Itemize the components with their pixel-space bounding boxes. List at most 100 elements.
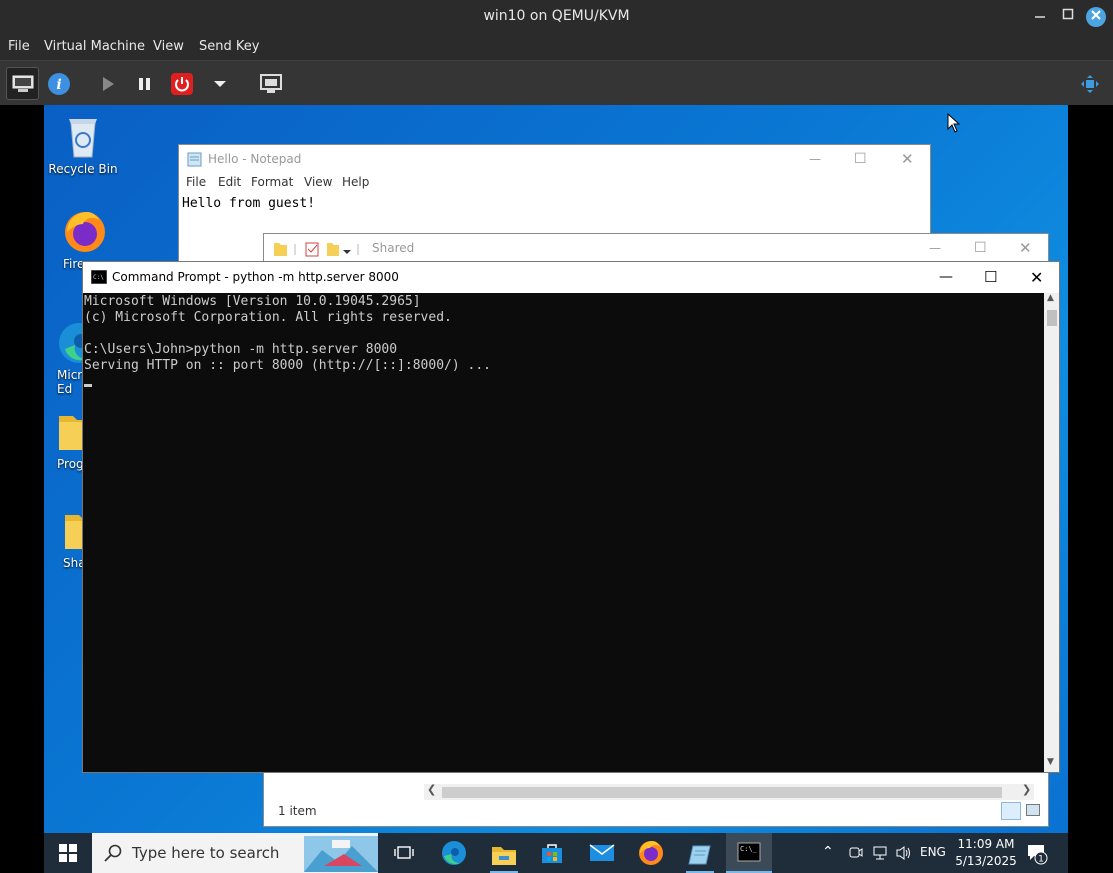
notepad-menu-view[interactable]: View	[304, 175, 332, 189]
cmd-vertical-scrollbar[interactable]: ▲ ▼	[1044, 293, 1059, 772]
start-button[interactable]	[54, 839, 82, 867]
scroll-up-icon[interactable]: ▲	[1047, 293, 1054, 303]
notepad-menu-file[interactable]: File	[186, 175, 206, 189]
desktop-icon-recycle-bin[interactable]: Recycle Bin	[44, 113, 123, 176]
minimize-button[interactable]	[1030, 7, 1050, 27]
console-cursor-line	[84, 374, 1043, 390]
cmd-icon: C:\_	[737, 842, 761, 862]
svg-text:C:\: C:\	[93, 274, 104, 281]
menu-file[interactable]: File	[8, 39, 30, 54]
notepad-text-area[interactable]: Hello from guest!	[179, 193, 930, 214]
console-line: Microsoft Windows [Version 10.0.19045.29…	[84, 294, 421, 309]
taskbar-notepad[interactable]	[686, 839, 714, 873]
taskbar-file-explorer[interactable]	[490, 839, 518, 873]
menu-view[interactable]: View	[153, 39, 184, 54]
explorer-maximize-button[interactable]: ☐	[974, 234, 987, 262]
taskbar-store[interactable]	[538, 839, 566, 867]
explorer-close-button[interactable]: ✕	[1019, 234, 1032, 262]
host-titlebar: win10 on QEMU/KVM	[0, 0, 1113, 34]
taskbar-search-box[interactable]: Type here to search	[92, 833, 378, 873]
host-menubar: File Virtual Machine View Send Key	[0, 34, 1113, 60]
mail-icon	[589, 844, 615, 861]
scrollbar-thumb[interactable]	[442, 787, 1002, 798]
text-cursor	[84, 384, 92, 387]
cmd-minimize-button[interactable]: —	[939, 262, 953, 293]
svg-text:i: i	[56, 77, 61, 93]
notepad-title: Hello - Notepad	[208, 152, 302, 166]
firefox-icon	[639, 841, 663, 865]
play-icon	[103, 77, 114, 91]
vm-display[interactable]: Recycle Bin Fire Micr Ed Prog Sha Hello …	[44, 105, 1068, 873]
notepad-icon	[688, 845, 711, 865]
scroll-right-icon[interactable]: ❯	[1022, 783, 1031, 796]
svg-text:C:\_: C:\_	[740, 845, 758, 853]
language-indicator[interactable]: ENG	[920, 845, 946, 859]
details-view-icon[interactable]	[1001, 802, 1021, 820]
close-button[interactable]	[1086, 7, 1106, 27]
taskbar-firefox[interactable]	[637, 839, 665, 867]
mouse-pointer-icon	[947, 113, 961, 133]
action-center-icon[interactable]: 1	[1026, 843, 1048, 865]
cmd-titlebar: C:\ Command Prompt - python -m http.serv…	[83, 262, 1059, 293]
host-window-title: win10 on QEMU/KVM	[483, 8, 630, 24]
taskbar-command-prompt[interactable]: C:\_	[726, 833, 772, 873]
scroll-left-icon[interactable]: ❮	[427, 783, 436, 796]
cmd-close-button[interactable]: ✕	[1030, 262, 1043, 293]
console-icon	[12, 75, 33, 92]
console-button[interactable]	[6, 67, 39, 100]
store-icon	[542, 844, 562, 863]
resize-to-vm-button[interactable]	[1075, 69, 1105, 99]
info-button[interactable]: i	[44, 69, 74, 99]
volume-icon[interactable]	[896, 845, 912, 861]
firefox-icon	[65, 212, 105, 252]
task-view-button[interactable]	[390, 839, 418, 867]
run-button[interactable]	[93, 69, 123, 99]
taskbar-edge[interactable]	[440, 839, 468, 867]
menu-send-key[interactable]: Send Key	[199, 39, 259, 54]
explorer-statusbar: 1 item	[264, 798, 1048, 826]
maximize-button[interactable]	[1058, 7, 1078, 27]
cmd-maximize-button[interactable]: ☐	[984, 262, 997, 293]
resize-icon	[1081, 75, 1099, 93]
notepad-menu-format[interactable]: Format	[251, 175, 293, 189]
menu-virtual-machine[interactable]: Virtual Machine	[44, 39, 145, 54]
taskbar-mail[interactable]	[588, 839, 616, 867]
pause-button[interactable]	[130, 69, 160, 99]
cmd-console-output[interactable]: Microsoft Windows [Version 10.0.19045.29…	[83, 293, 1044, 772]
edge-icon	[442, 841, 466, 865]
search-highlight-image	[304, 836, 378, 872]
scroll-down-icon[interactable]: ▼	[1047, 757, 1054, 767]
scrollbar-thumb[interactable]	[1047, 310, 1057, 326]
host-toolbar: i	[0, 60, 1113, 105]
cmd-window[interactable]: C:\ Command Prompt - python -m http.serv…	[82, 261, 1060, 773]
search-placeholder: Type here to search	[132, 844, 280, 862]
notepad-titlebar: Hello - Notepad — ☐ ✕	[179, 145, 930, 173]
notification-count: 1	[1038, 855, 1044, 865]
shutdown-menu-button[interactable]	[205, 69, 235, 99]
cmd-title: Command Prompt - python -m http.server 8…	[112, 270, 399, 284]
notepad-maximize-button[interactable]: ☐	[854, 145, 867, 173]
recycle-bin-icon	[69, 119, 97, 158]
large-icons-view-icon[interactable]	[1026, 804, 1040, 816]
task-view-icon	[394, 846, 414, 859]
cmd-icon: C:\	[91, 270, 107, 284]
notepad-minimize-button[interactable]: —	[809, 145, 821, 173]
snapshot-button[interactable]	[256, 69, 286, 99]
dropdown-arrow-icon	[214, 81, 226, 87]
notepad-menubar: File Edit Format View Help	[179, 173, 930, 193]
notepad-close-button[interactable]: ✕	[901, 145, 914, 173]
notepad-menu-help[interactable]: Help	[342, 175, 369, 189]
show-hidden-icons-icon[interactable]: ⌃	[822, 844, 834, 860]
network-icon[interactable]	[872, 845, 888, 861]
notepad-menu-edit[interactable]: Edit	[218, 175, 241, 189]
console-line: Serving HTTP on :: port 8000 (http://[::…	[84, 358, 491, 373]
explorer-minimize-button[interactable]: —	[929, 234, 941, 262]
meet-now-icon[interactable]	[849, 845, 863, 861]
shutdown-button[interactable]	[167, 69, 197, 99]
desktop-icon-label: Recycle Bin	[48, 162, 118, 176]
info-icon: i	[48, 73, 70, 95]
virt-manager-window: win10 on QEMU/KVM File Virtual Machine V…	[0, 0, 1113, 873]
snapshot-icon	[260, 74, 282, 93]
clock[interactable]: 11:09 AM 5/13/2025	[954, 836, 1018, 870]
